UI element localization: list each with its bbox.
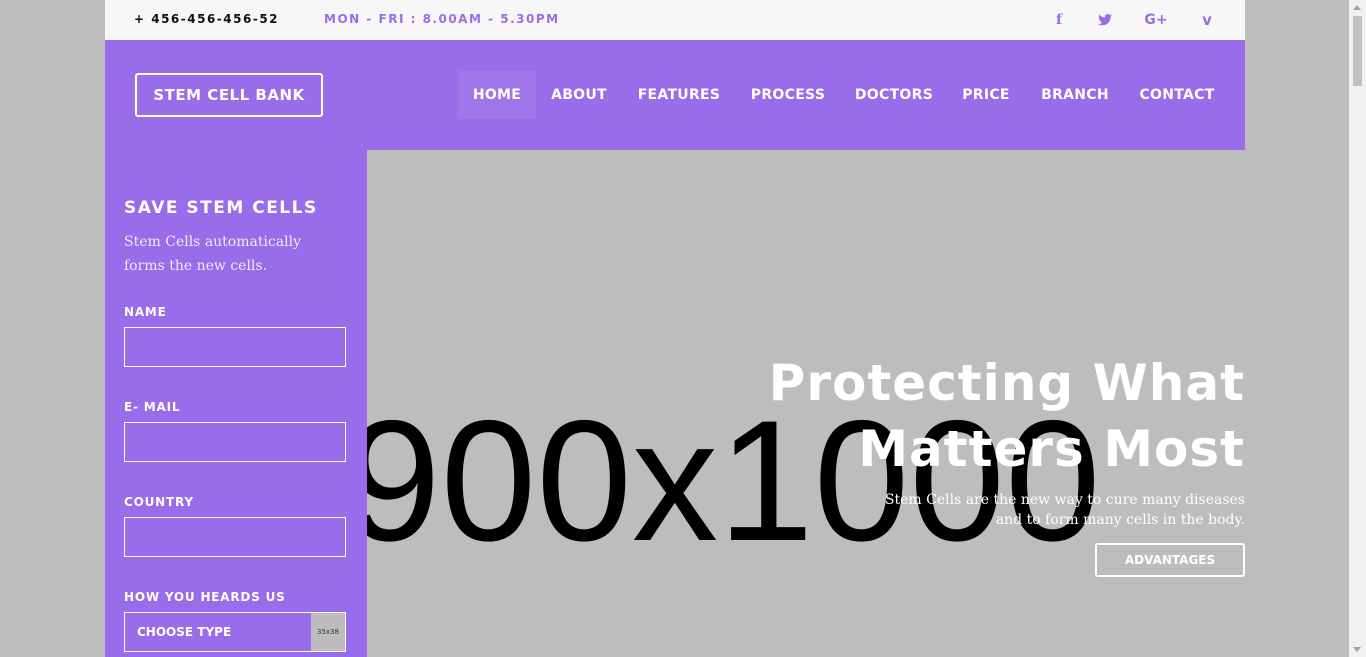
hero-title-line2: Matters Most	[858, 420, 1245, 478]
nav-home[interactable]: HOME	[458, 71, 536, 119]
hero-title-line1: Protecting What	[768, 354, 1245, 412]
sidebar-description: Stem Cells automatically forms the new c…	[124, 234, 302, 274]
nav-branch[interactable]: BRANCH	[1040, 71, 1110, 119]
name-field[interactable]	[124, 327, 346, 367]
facebook-icon[interactable]: f	[1051, 10, 1067, 30]
country-field[interactable]	[124, 517, 346, 557]
hero-content: Protecting What Matters Most Stem Cells …	[685, 350, 1245, 530]
signup-sidebar: SAVE STEM CELLS Stem Cells automatically…	[105, 150, 367, 657]
scroll-down-icon[interactable]	[1353, 647, 1361, 652]
nav-about[interactable]: ABOUT	[551, 71, 607, 119]
scroll-up-icon[interactable]	[1353, 5, 1361, 10]
main-nav: HOME ABOUT FEATURES PROCESS DOCTORS PRIC…	[105, 71, 1245, 119]
sidebar-title: SAVE STEM CELLS	[124, 198, 318, 218]
heard-us-label: HOW YOU HEARDS US	[124, 590, 286, 604]
top-bar: + 456-456-456-52 MON - FRI : 8.00AM - 5.…	[105, 0, 1245, 40]
email-label: E- MAIL	[124, 400, 181, 414]
select-dropdown-button[interactable]: 35x38	[311, 613, 345, 651]
email-field[interactable]	[124, 422, 346, 462]
advantages-button[interactable]: ADVANTAGES	[1095, 543, 1245, 577]
hero-subtitle-line2: and to form many cells in the body.	[995, 512, 1245, 528]
twitter-icon[interactable]	[1095, 10, 1115, 30]
phone-number: + 456-456-456-52	[134, 12, 280, 26]
heard-us-select[interactable]: CHOOSE TYPE 35x38	[124, 612, 346, 652]
scrollbar-thumb[interactable]	[1353, 16, 1362, 86]
nav-contact[interactable]: CONTACT	[1139, 71, 1215, 119]
nav-features[interactable]: FEATURES	[637, 71, 721, 119]
hero-subtitle-line1: Stem Cells are the new way to cure many …	[884, 492, 1245, 508]
page-scrollbar[interactable]	[1349, 0, 1366, 657]
google-plus-icon[interactable]: G+	[1144, 10, 1167, 30]
nav-doctors[interactable]: DOCTORS	[855, 71, 933, 119]
page-wrapper: + 456-456-456-52 MON - FRI : 8.00AM - 5.…	[105, 0, 1245, 657]
nav-process[interactable]: PROCESS	[750, 71, 826, 119]
nav-price[interactable]: PRICE	[962, 71, 1010, 119]
country-label: COUNTRY	[124, 495, 194, 509]
main-header: STEM CELL BANK HOME ABOUT FEATURES PROCE…	[105, 40, 1245, 150]
name-label: NAME	[124, 305, 167, 319]
twitter-icon-svg	[1098, 14, 1112, 26]
select-value: CHOOSE TYPE	[137, 625, 232, 639]
opening-hours: MON - FRI : 8.00AM - 5.30PM	[324, 12, 560, 26]
vimeo-icon[interactable]: v	[1199, 10, 1215, 30]
